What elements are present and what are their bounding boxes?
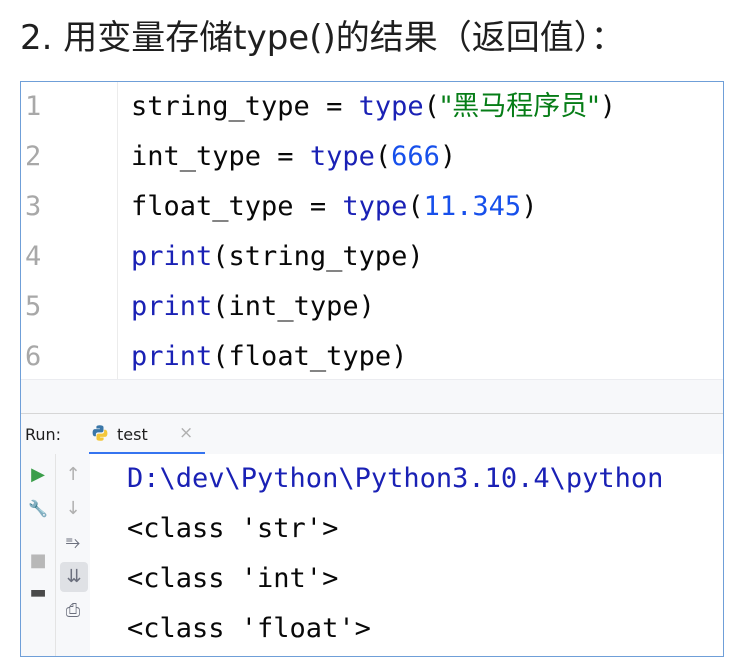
code-line-1: 1 string_type = type("黑马程序员") — [21, 82, 723, 132]
open-paren: ( — [212, 341, 229, 372]
open-paren: ( — [212, 241, 229, 272]
arrow-down-icon[interactable]: ↓ — [56, 494, 90, 524]
builtin-call: type — [309, 141, 375, 172]
soft-wrap-icon[interactable]: ⥱ — [56, 528, 90, 558]
close-icon[interactable]: × — [179, 423, 193, 443]
builtin-call: type — [358, 91, 424, 122]
close-paren: ) — [391, 341, 408, 372]
code-text[interactable]: print(float_type) — [131, 332, 407, 382]
string-literal: "黑马程序员" — [439, 91, 600, 122]
code-text[interactable]: float_type = type(11.345) — [131, 182, 537, 232]
code-line-2: 2 int_type = type(666) — [21, 132, 723, 182]
console-output-line: <class 'str'> — [127, 513, 339, 544]
code-editor[interactable]: 1 string_type = type("黑马程序员") 2 int_type… — [21, 82, 723, 379]
line-number: 2 — [25, 141, 42, 172]
close-paren: ) — [439, 141, 457, 172]
argument-name: float_type — [228, 341, 392, 372]
rerun-icon[interactable]: ▶ — [21, 460, 55, 490]
run-console[interactable]: ▶ 🔧 ■ ▬ ↑ ↓ ⥱ ⇊ ⎙ D:\dev\Python\Python3.… — [21, 454, 723, 656]
code-line-4: 4 print(string_type) — [21, 232, 723, 282]
arrow-up-icon[interactable]: ↑ — [56, 460, 90, 490]
line-number: 3 — [25, 191, 42, 222]
variable-name: string_type — [131, 91, 310, 122]
line-number: 5 — [25, 291, 42, 322]
console-output-line: <class 'int'> — [127, 563, 339, 594]
code-text[interactable]: int_type = type(666) — [131, 132, 456, 182]
run-toolbar-left: ▶ 🔧 ■ ▬ — [21, 454, 56, 656]
wrench-icon[interactable]: 🔧 — [21, 494, 55, 524]
stop-icon[interactable]: ■ — [21, 546, 55, 576]
code-text[interactable]: string_type = type("黑马程序员") — [131, 82, 616, 132]
open-paren: ( — [374, 141, 392, 172]
code-line-3: 3 float_type = type(11.345) — [21, 182, 723, 232]
open-paren: ( — [407, 191, 424, 222]
tab-label: test — [117, 425, 148, 444]
editor-bottom-strip — [21, 379, 723, 414]
argument-name: string_type — [228, 241, 408, 272]
layout-icon[interactable]: ▬ — [21, 578, 55, 608]
variable-name: float_type — [131, 191, 294, 222]
assign-operator: = — [293, 191, 343, 222]
open-paren: ( — [423, 91, 440, 122]
builtin-call: print — [131, 241, 213, 272]
builtin-call: print — [131, 291, 213, 322]
run-toolbar-right: ↑ ↓ ⥱ ⇊ ⎙ — [56, 454, 90, 656]
close-paren: ) — [521, 191, 538, 222]
open-paren: ( — [212, 291, 229, 322]
run-panel-header: Run: test × — [21, 413, 723, 455]
code-text[interactable]: print(string_type) — [131, 232, 424, 282]
line-number: 6 — [25, 341, 42, 372]
console-output-line: <class 'float'> — [127, 613, 371, 644]
line-number: 1 — [25, 91, 42, 122]
tab-test[interactable]: test × — [89, 414, 205, 455]
number-literal: 666 — [391, 141, 440, 172]
close-paren: ) — [599, 91, 616, 122]
variable-name: int_type — [131, 141, 262, 172]
assign-operator: = — [309, 91, 359, 122]
builtin-call: print — [131, 341, 213, 372]
code-text[interactable]: print(int_type) — [131, 282, 375, 332]
python-icon — [92, 425, 108, 441]
print-icon[interactable]: ⎙ — [56, 596, 90, 626]
number-literal: 11.345 — [423, 191, 522, 222]
close-paren: ) — [358, 291, 375, 322]
section-heading: 2. 用变量存储type()的结果（返回值）： — [20, 18, 625, 58]
close-paren: ) — [407, 241, 424, 272]
code-line-5: 5 print(int_type) — [21, 282, 723, 332]
ide-screenshot-frame: 1 string_type = type("黑马程序员") 2 int_type… — [20, 81, 724, 657]
run-panel-label: Run: — [25, 425, 62, 444]
line-number: 4 — [25, 241, 42, 272]
console-output-line: D:\dev\Python\Python3.10.4\python — [127, 463, 664, 494]
code-line-6: 6 print(float_type) — [21, 332, 723, 382]
assign-operator: = — [261, 141, 310, 172]
argument-name: int_type — [228, 291, 359, 322]
scroll-to-end-icon[interactable]: ⇊ — [60, 562, 88, 592]
builtin-call: type — [342, 191, 408, 222]
